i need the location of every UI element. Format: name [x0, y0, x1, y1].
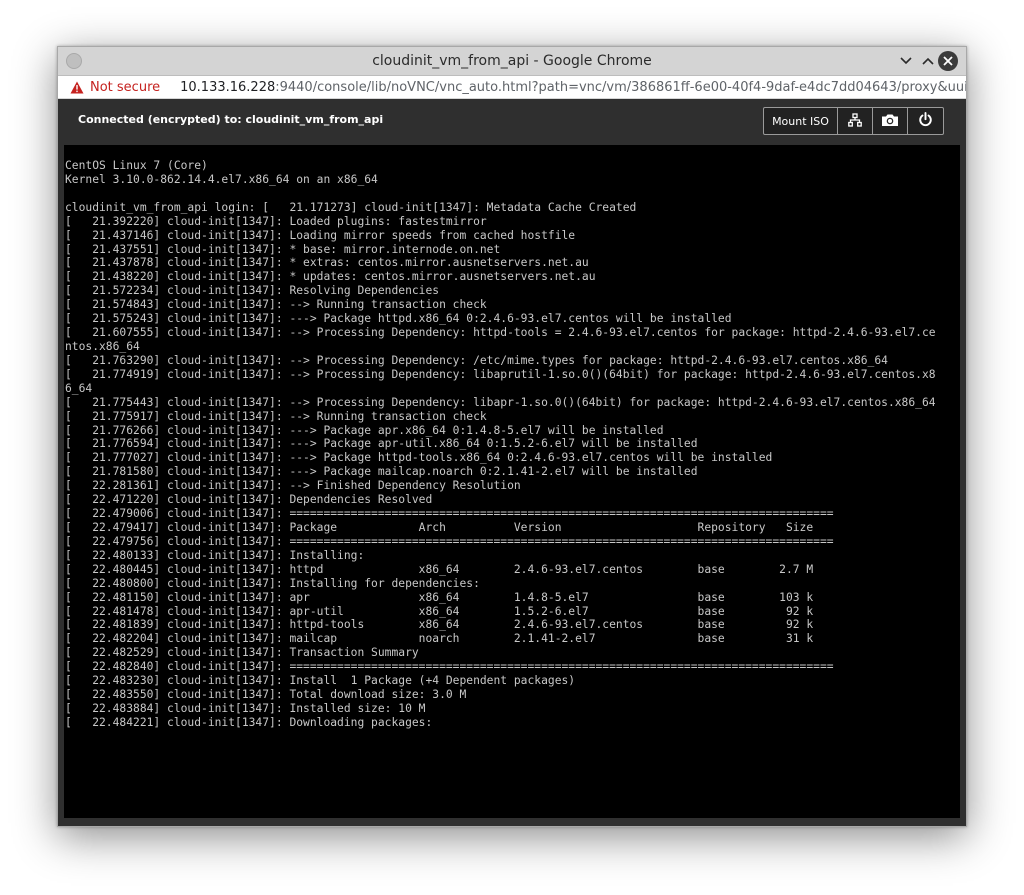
console-line: [ 22.481839] cloud-init[1347]: httpd-too…	[65, 618, 814, 632]
console-line: [ 22.483550] cloud-init[1347]: Total dow…	[65, 688, 467, 702]
console-line: [ 22.281361] cloud-init[1347]: --> Finis…	[65, 479, 521, 493]
console-line: [ 22.479417] cloud-init[1347]: Package A…	[65, 520, 814, 534]
vnc-console[interactable]: CentOS Linux 7 (Core) Kernel 3.10.0-862.…	[64, 145, 960, 818]
close-icon[interactable]	[938, 51, 958, 71]
console-line: [ 22.480445] cloud-init[1347]: httpd x86…	[65, 562, 814, 576]
browser-window: cloudinit_vm_from_api - Google Chrome No…	[57, 46, 967, 827]
console-line: [ 21.777027] cloud-init[1347]: ---> Pack…	[65, 451, 773, 465]
console-line: [ 21.776266] cloud-init[1347]: ---> Pack…	[65, 423, 664, 437]
console-line: [ 22.471220] cloud-init[1347]: Dependenc…	[65, 493, 433, 507]
console-line: [ 21.437551] cloud-init[1347]: * base: m…	[65, 242, 501, 256]
console-line: [ 21.437146] cloud-init[1347]: Loading m…	[65, 228, 576, 242]
console-output: CentOS Linux 7 (Core) Kernel 3.10.0-862.…	[65, 159, 936, 730]
console-line: [ 21.437878] cloud-init[1347]: * extras:…	[65, 256, 589, 270]
console-line: [ 22.484221] cloud-init[1347]: Downloadi…	[65, 715, 433, 729]
address-bar[interactable]: Not secure 10.133.16.228:9440/console/li…	[58, 76, 966, 99]
console-line: CentOS Linux 7 (Core)	[65, 159, 208, 172]
console-line: [ 21.775917] cloud-init[1347]: --> Runni…	[65, 409, 487, 423]
url-path[interactable]: :9440/console/lib/noVNC/vnc_auto.html?pa…	[275, 80, 966, 95]
screenshot-button[interactable]	[873, 108, 908, 134]
console-line: [ 21.775443] cloud-init[1347]: --> Proce…	[65, 395, 936, 409]
novnc-toolbar: Mount ISO	[763, 107, 944, 135]
power-icon	[918, 112, 933, 130]
url-host[interactable]: 10.133.16.228	[180, 80, 275, 95]
network-icon	[848, 112, 862, 130]
console-line: [ 22.481478] cloud-init[1347]: apr-util …	[65, 604, 814, 618]
console-line: 6_64	[65, 381, 93, 395]
console-line: [ 22.482204] cloud-init[1347]: mailcap n…	[65, 632, 814, 646]
window-titlebar[interactable]: cloudinit_vm_from_api - Google Chrome	[58, 47, 966, 76]
connection-status: Connected (encrypted) to: cloudinit_vm_f…	[78, 113, 384, 126]
console-line: [ 22.479756] cloud-init[1347]: =========…	[65, 534, 834, 548]
novnc-control-bar: Connected (encrypted) to: cloudinit_vm_f…	[58, 99, 966, 143]
maximize-icon[interactable]	[918, 51, 938, 71]
camera-icon	[881, 113, 899, 130]
console-line: [ 21.392220] cloud-init[1347]: Loaded pl…	[65, 214, 487, 228]
security-label[interactable]: Not secure	[90, 80, 160, 95]
console-line: [ 21.575243] cloud-init[1347]: ---> Pack…	[65, 312, 732, 326]
console-frame: CentOS Linux 7 (Core) Kernel 3.10.0-862.…	[58, 143, 966, 826]
console-line: [ 22.480133] cloud-init[1347]: Installin…	[65, 548, 365, 562]
console-line: [ 22.481150] cloud-init[1347]: apr x86_6…	[65, 590, 814, 604]
console-line: [ 21.574843] cloud-init[1347]: --> Runni…	[65, 298, 487, 312]
console-line: ntos.x86_64	[65, 339, 140, 353]
mount-iso-button[interactable]: Mount ISO	[764, 108, 838, 134]
minimize-icon[interactable]	[896, 51, 916, 71]
console-line: [ 22.482529] cloud-init[1347]: Transacti…	[65, 646, 419, 660]
console-line: [ 21.763290] cloud-init[1347]: --> Proce…	[65, 353, 888, 367]
console-line: [ 22.482840] cloud-init[1347]: =========…	[65, 660, 834, 674]
console-line: [ 22.480800] cloud-init[1347]: Installin…	[65, 576, 480, 590]
console-line: [ 21.774919] cloud-init[1347]: --> Proce…	[65, 367, 936, 381]
console-line: cloudinit_vm_from_api login: [ 21.171273…	[65, 200, 637, 214]
console-line: [ 21.781580] cloud-init[1347]: ---> Pack…	[65, 465, 698, 479]
console-line: [ 22.479006] cloud-init[1347]: =========…	[65, 507, 834, 521]
console-line: [ 21.572234] cloud-init[1347]: Resolving…	[65, 284, 440, 298]
console-line: [ 22.483884] cloud-init[1347]: Installed…	[65, 701, 426, 715]
console-line: [ 21.438220] cloud-init[1347]: * updates…	[65, 270, 596, 284]
console-line: [ 21.776594] cloud-init[1347]: ---> Pack…	[65, 437, 698, 451]
network-button[interactable]	[838, 108, 873, 134]
window-title: cloudinit_vm_from_api - Google Chrome	[372, 53, 652, 69]
warning-icon[interactable]	[70, 81, 84, 94]
power-button[interactable]	[908, 108, 943, 134]
console-line: [ 21.607555] cloud-init[1347]: --> Proce…	[65, 326, 936, 340]
console-line: [ 22.483230] cloud-init[1347]: Install 1…	[65, 674, 576, 688]
console-line: Kernel 3.10.0-862.14.4.el7.x86_64 on an …	[65, 172, 378, 186]
